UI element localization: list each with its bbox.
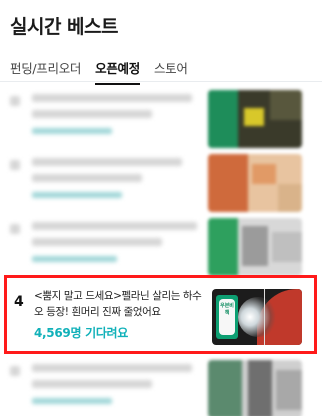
list-item-blurred[interactable] [0, 358, 322, 416]
list-item-blurred[interactable] [0, 88, 322, 150]
product-thumbnail[interactable]: 우븐비책 [212, 289, 302, 345]
page-title: 실시간 베스트 [10, 16, 119, 38]
product-bottle-icon: 우븐비책 [219, 299, 235, 335]
list-item-blurred[interactable] [0, 152, 322, 214]
rank-number: 4 [14, 294, 24, 310]
thumbnail-divider [264, 289, 265, 345]
tabs-divider [0, 81, 322, 82]
list-item-blurred[interactable] [0, 216, 322, 278]
waiting-count: 4,569명 기다려요 [34, 326, 129, 340]
spray-effect [238, 297, 278, 337]
product-title[interactable]: <뿜지 말고 드세요>펠라닌 살리는 하수오 등장! 흰머리 진짜 줄었어요 [34, 288, 206, 320]
